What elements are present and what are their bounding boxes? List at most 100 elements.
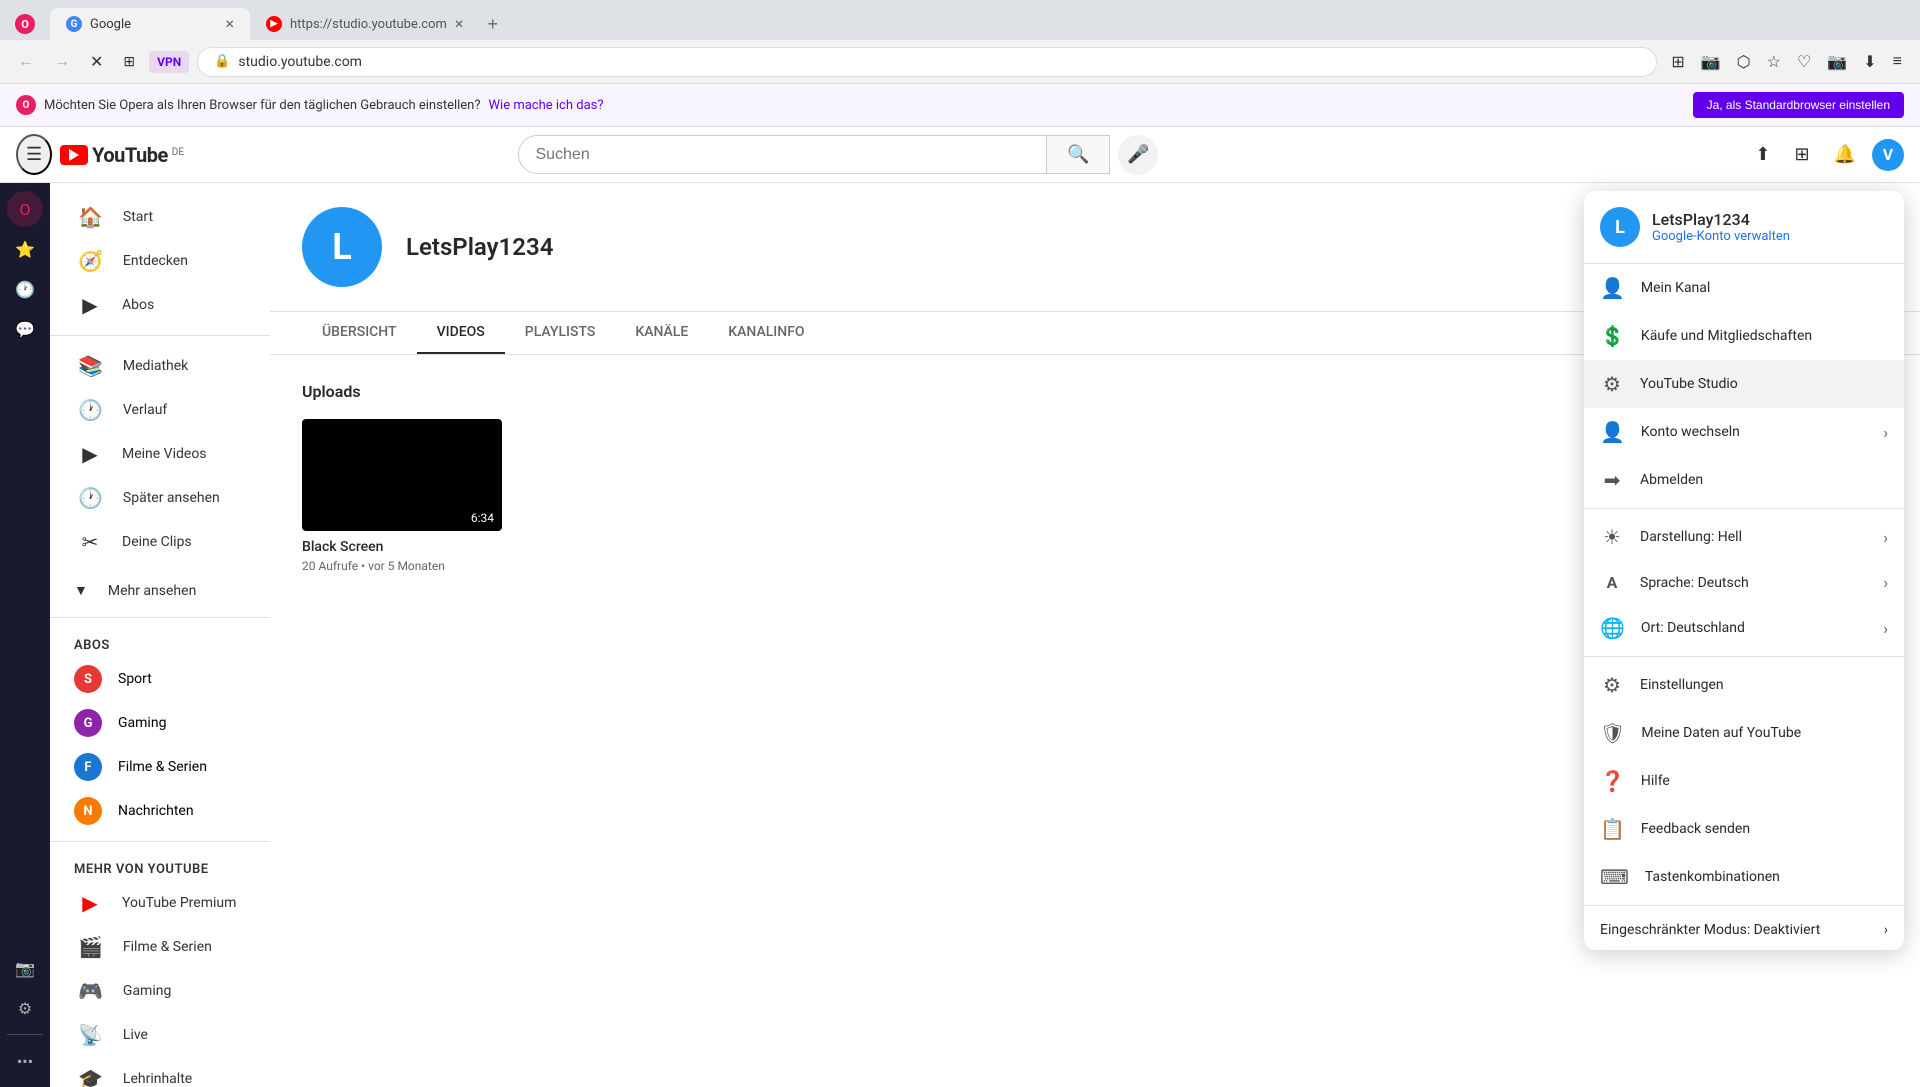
- heart-button[interactable]: ♡: [1791, 46, 1817, 78]
- opera-sidebar-home[interactable]: O: [7, 191, 43, 227]
- reload-button[interactable]: ✕: [84, 46, 109, 78]
- restricted-label: Eingeschränkter Modus: Deaktiviert: [1600, 922, 1820, 938]
- dropdown-feedback[interactable]: 📋 Feedback senden: [1584, 805, 1904, 853]
- subscriptions-icon: ▶: [78, 293, 102, 317]
- opera-sidebar-more[interactable]: •••: [7, 1043, 43, 1079]
- dropdown-youtube-studio[interactable]: ⚙ YouTube Studio: [1584, 360, 1904, 408]
- tab-playlists[interactable]: PLAYLISTS: [505, 312, 616, 354]
- forward-button[interactable]: →: [48, 47, 76, 77]
- opera-sidebar-instagram[interactable]: 📷: [7, 950, 43, 986]
- tab-close-google[interactable]: ×: [225, 16, 234, 32]
- sidebar-label-meine-videos: Meine Videos: [122, 446, 207, 462]
- sidebar-item-gaming2[interactable]: 🎮 Gaming: [54, 969, 266, 1013]
- sidebar-item-sport[interactable]: S Sport: [50, 657, 270, 701]
- sidebar-item-live[interactable]: 📡 Live: [54, 1013, 266, 1057]
- back-button[interactable]: ←: [12, 47, 40, 77]
- new-tab-button[interactable]: +: [479, 10, 506, 39]
- home-button[interactable]: ⊞: [117, 47, 141, 76]
- user-avatar[interactable]: V: [1872, 139, 1904, 171]
- dropdown-konto-wechseln[interactable]: 👤 Konto wechseln ›: [1584, 408, 1904, 456]
- sidebar-item-gaming[interactable]: G Gaming: [50, 701, 270, 745]
- sidebar-item-lehrinhalte[interactable]: 🎓 Lehrinhalte: [54, 1057, 266, 1087]
- search-input[interactable]: [519, 136, 1046, 173]
- sidebar-item-youtube-premium[interactable]: ▶ YouTube Premium: [54, 881, 266, 925]
- tab-kanale[interactable]: KANÄLE: [615, 312, 708, 354]
- sidebar-item-verlauf[interactable]: 🕐 Verlauf: [54, 388, 266, 432]
- bookmark-button[interactable]: ☆: [1761, 46, 1787, 78]
- dropdown-tastenkombinationen[interactable]: ⌨ Tastenkombinationen: [1584, 853, 1904, 901]
- dropdown-mein-kanal[interactable]: 👤 Mein Kanal: [1584, 264, 1904, 312]
- tab-videos[interactable]: VIDEOS: [417, 312, 505, 354]
- dropdown-ort[interactable]: 🌐 Ort: Deutschland ›: [1584, 604, 1904, 652]
- tab-close-youtube[interactable]: ×: [455, 16, 464, 32]
- opera-icon: O: [15, 14, 35, 34]
- sidebar-label-mehr: Mehr ansehen: [108, 583, 196, 599]
- youtube-logo[interactable]: YouTube DE: [60, 143, 184, 167]
- mic-button[interactable]: 🎤: [1118, 135, 1158, 175]
- sidebar-item-mehr[interactable]: ▼ Mehr ansehen: [50, 572, 270, 609]
- opera-sidebar-history[interactable]: 🕐: [7, 271, 43, 307]
- opera-default-button[interactable]: Ja, als Standardbrowser einstellen: [1693, 92, 1904, 118]
- vpn-badge: VPN: [149, 51, 189, 73]
- dropdown-hilfe[interactable]: ❓ Hilfe: [1584, 757, 1904, 805]
- snapshot-button[interactable]: 📷: [1821, 46, 1853, 78]
- sidebar-label-verlauf: Verlauf: [123, 402, 167, 418]
- upload-button[interactable]: ⬆: [1747, 136, 1778, 173]
- sidebar-section-abos: S Sport G Gaming F Filme & Serien N Nach…: [50, 657, 270, 833]
- account-dropdown-avatar: L: [1600, 207, 1640, 247]
- opera-sidebar-settings[interactable]: ⚙: [7, 990, 43, 1026]
- sidebar-item-entdecken[interactable]: 🧭 Entdecken: [54, 239, 266, 283]
- sidebar-item-abos[interactable]: ▶ Abos: [54, 283, 266, 327]
- video-time-ago: vor 5 Monaten: [368, 559, 445, 573]
- dropdown-sprache[interactable]: A Sprache: Deutsch ›: [1584, 561, 1904, 604]
- sidebar-item-nachrichten[interactable]: N Nachrichten: [50, 789, 270, 833]
- download-button[interactable]: ⬇: [1857, 46, 1882, 78]
- dropdown-restricted[interactable]: Eingeschränkter Modus: Deaktiviert ›: [1584, 910, 1904, 950]
- sidebar-item-spater-ansehen[interactable]: 🕐 Später ansehen: [54, 476, 266, 520]
- menu-button[interactable]: ≡: [1887, 47, 1908, 77]
- sidebar-item-start[interactable]: 🏠 Start: [54, 195, 266, 239]
- mehr-von-section-title: MEHR VON YOUTUBE: [50, 850, 270, 881]
- sport-avatar: S: [74, 665, 102, 693]
- sidebar-item-filme-serien2[interactable]: 🎬 Filme & Serien: [54, 925, 266, 969]
- gaming-icon: 🎮: [78, 979, 103, 1003]
- sidebar-item-filme-serien[interactable]: F Filme & Serien: [50, 745, 270, 789]
- search-button[interactable]: 🔍: [1046, 136, 1109, 173]
- tab-favicon-youtube: ▶: [266, 16, 282, 32]
- account-manage-link[interactable]: Google-Konto verwalten: [1652, 229, 1790, 244]
- dropdown-einstellungen[interactable]: ⚙ Einstellungen: [1584, 661, 1904, 709]
- sidebar-item-deine-clips[interactable]: ✂ Deine Clips: [54, 520, 266, 564]
- ort-arrow: ›: [1883, 619, 1888, 638]
- sidebar-label-abos: Abos: [122, 297, 154, 313]
- sidebar-label-nachrichten: Nachrichten: [118, 803, 194, 819]
- tab-google[interactable]: G Google ×: [50, 8, 250, 40]
- sidebar-item-mediathek[interactable]: 📚 Mediathek: [54, 344, 266, 388]
- tab-favicon-google: G: [66, 16, 82, 32]
- extensions-button[interactable]: ⊞: [1665, 46, 1690, 78]
- sidebar-label-live: Live: [123, 1027, 148, 1043]
- address-bar[interactable]: 🔒 studio.youtube.com: [197, 47, 1657, 77]
- flow-button[interactable]: ⬡: [1731, 46, 1757, 78]
- notifications-button[interactable]: 🔔: [1826, 136, 1864, 173]
- dropdown-kaufe[interactable]: 💲 Käufe und Mitgliedschaften: [1584, 312, 1904, 360]
- sidebar-item-meine-videos[interactable]: ▶ Meine Videos: [54, 432, 266, 476]
- ort-icon: 🌐: [1600, 616, 1625, 640]
- dropdown-divider-2: [1584, 656, 1904, 657]
- opera-sidebar-bookmarks[interactable]: ⭐: [7, 231, 43, 267]
- dropdown-abmelden[interactable]: ➡ Abmelden: [1584, 456, 1904, 504]
- dropdown-darstellung[interactable]: ☀ Darstellung: Hell ›: [1584, 513, 1904, 561]
- kaufe-icon: 💲: [1600, 324, 1625, 348]
- tab-youtube[interactable]: ▶ https://studio.youtube.com ×: [250, 8, 479, 40]
- video-card-black-screen[interactable]: 6:34 Black Screen 20 Aufrufe • vor 5 Mon…: [302, 419, 502, 581]
- camera-button[interactable]: 📷: [1695, 46, 1727, 78]
- tab-kanalinfo[interactable]: KANALINFO: [708, 312, 824, 354]
- kaufe-label: Käufe und Mitgliedschaften: [1641, 328, 1888, 344]
- dropdown-meine-daten[interactable]: 🛡 Meine Daten auf YouTube: [1584, 709, 1904, 757]
- sidebar-label-filme: Filme & Serien: [118, 759, 207, 775]
- opera-sidebar-whatsapp[interactable]: 💬: [7, 311, 43, 347]
- apps-button[interactable]: ⊞: [1786, 136, 1817, 173]
- mein-kanal-icon: 👤: [1600, 276, 1625, 300]
- opera-notice-link[interactable]: Wie mache ich das?: [489, 98, 604, 113]
- hamburger-menu[interactable]: ☰: [16, 134, 52, 175]
- tab-ubersicht[interactable]: ÜBERSICHT: [302, 312, 417, 354]
